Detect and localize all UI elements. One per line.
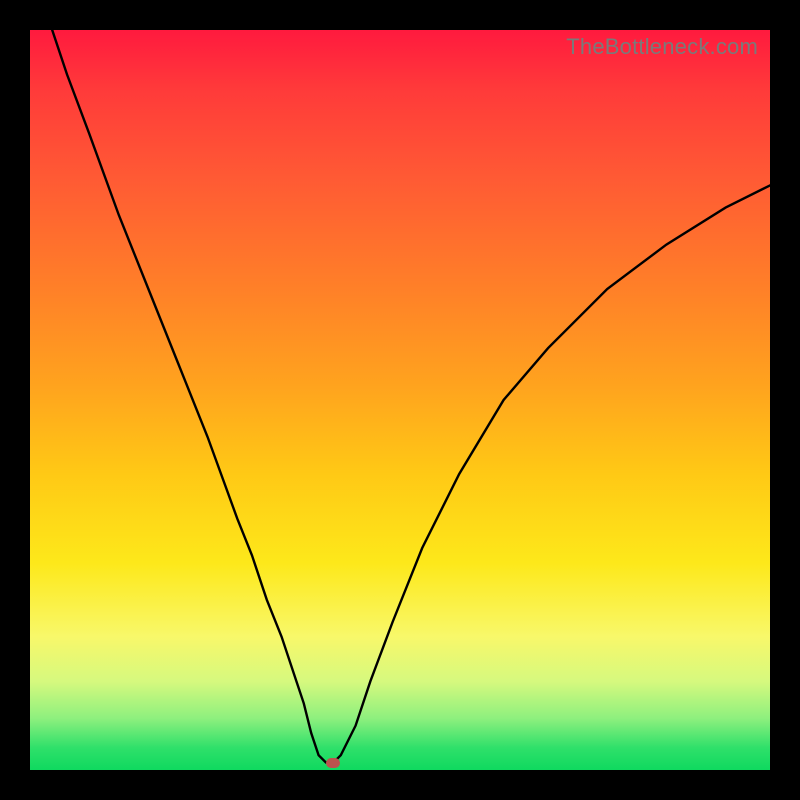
plot-area: TheBottleneck.com xyxy=(30,30,770,770)
optimum-marker xyxy=(326,758,340,768)
chart-frame: TheBottleneck.com xyxy=(0,0,800,800)
bottleneck-curve xyxy=(30,30,770,770)
curve-path xyxy=(52,30,770,763)
